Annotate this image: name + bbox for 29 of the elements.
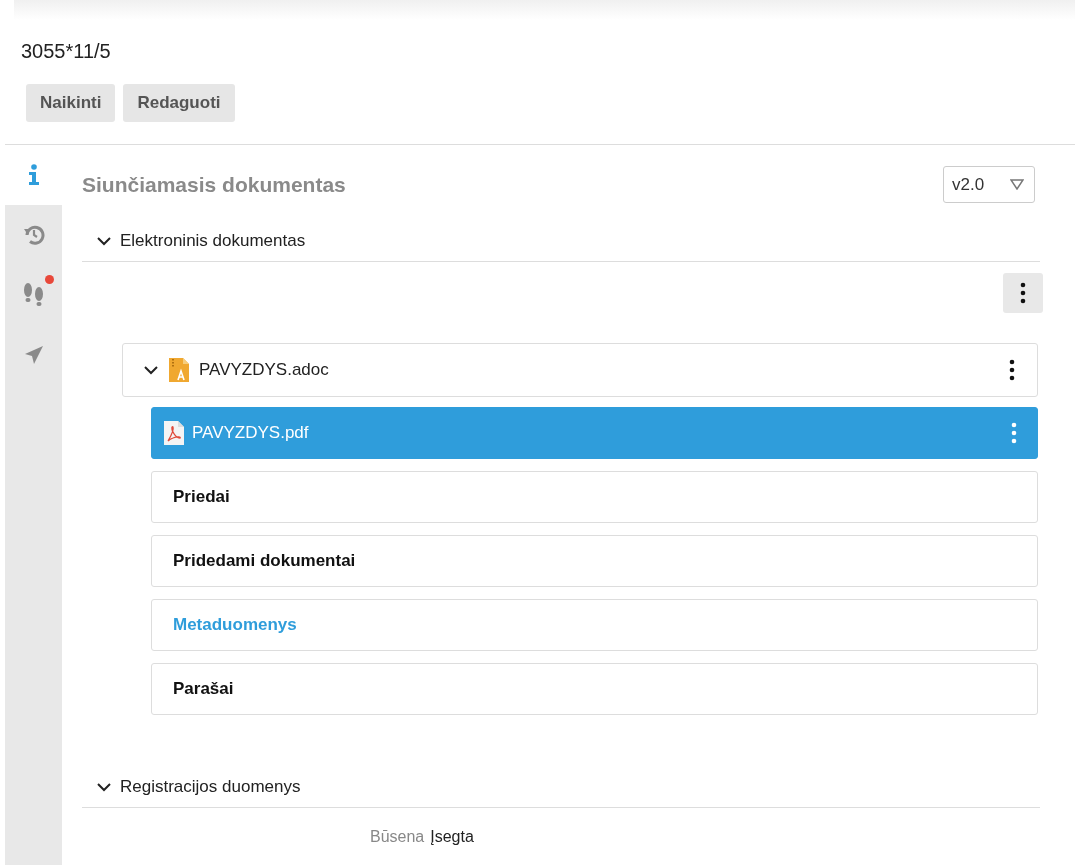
send-icon [23, 345, 44, 365]
more-icon [1011, 422, 1017, 444]
chevron-icon[interactable] [143, 365, 159, 375]
field-value: Įsegta [430, 828, 474, 846]
file-name: PAVYZDYS.pdf [192, 423, 310, 443]
version-select[interactable]: v2.0 [943, 166, 1035, 203]
group-panel[interactable]: Priedai [151, 471, 1038, 523]
section-heading: Siunčiamasis dokumentas [82, 172, 346, 197]
tree-node[interactable]: PAVYZDYS.adoc [122, 343, 1038, 397]
document-number: 3055*11/5 [20, 39, 112, 63]
section-title[interactable]: Registracijos duomenys [120, 777, 301, 797]
field-label: Būsena [370, 828, 425, 846]
chevron-icon[interactable] [96, 236, 112, 246]
info-icon [27, 164, 40, 186]
chevron-icon[interactable] [96, 782, 112, 792]
group-panel[interactable]: Parašai [151, 663, 1038, 715]
history-icon [22, 224, 45, 246]
more-icon [1009, 359, 1015, 381]
file-name: PAVYZDYS.adoc [199, 360, 330, 380]
archive-file-icon [169, 358, 189, 382]
more-icon [1020, 282, 1026, 304]
pdf-file-icon [164, 421, 184, 445]
action-button[interactable]: Naikinti [26, 84, 116, 122]
dropdown-icon [1010, 179, 1024, 190]
action-button[interactable]: Redaguoti [123, 84, 235, 122]
footprints-icon [22, 282, 45, 308]
group-panel[interactable]: Pridedami dokumentai [151, 535, 1038, 587]
section-title[interactable]: Elektroninis dokumentas [120, 231, 306, 251]
more-button[interactable] [1003, 273, 1043, 313]
